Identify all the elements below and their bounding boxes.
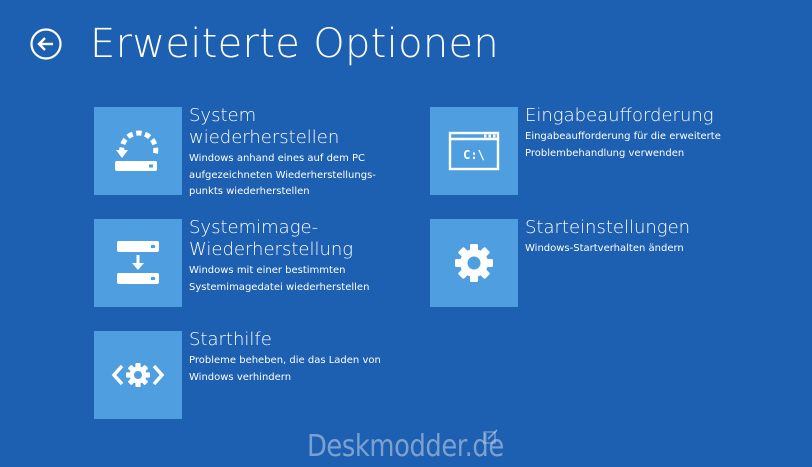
option-title: Systemimage- Wiederherstellung (189, 217, 354, 260)
option-tile (94, 107, 182, 195)
option-tile (94, 219, 182, 307)
system-restore-icon (115, 130, 159, 171)
option-title: System wiederherstellen (189, 105, 340, 148)
gear-icon (455, 244, 493, 282)
option-tile: C:\ (430, 107, 518, 195)
option-title: Starthilfe (189, 329, 272, 350)
startup-repair-icon (111, 363, 165, 387)
option-description: Windows-Startverhalten ändern (525, 243, 684, 254)
command-prompt-icon-text: C:\ (463, 148, 485, 162)
option-description: Eingabeaufforderung für die erweiterte P… (525, 131, 721, 159)
command-prompt-icon: C:\ (448, 131, 500, 171)
option-description: Windows anhand eines auf dem PC aufgezei… (189, 153, 376, 197)
option-description: Windows mit einer bestimmten Systemimage… (189, 265, 370, 293)
page-title: Erweiterte Optionen (90, 21, 500, 67)
watermark: Deskmodder.de (307, 425, 504, 465)
option-description: Probleme beheben, die das Laden von Wind… (189, 355, 381, 383)
back-button[interactable] (29, 27, 63, 61)
back-arrow-icon (30, 28, 62, 60)
option-title: Starteinstellungen (525, 217, 691, 238)
option-title: Eingabeaufforderung (525, 105, 714, 126)
watermark-text: Deskmodder.de (307, 429, 504, 464)
option-tile (94, 331, 182, 419)
system-image-recovery-icon (117, 241, 159, 284)
option-tile (430, 219, 518, 307)
